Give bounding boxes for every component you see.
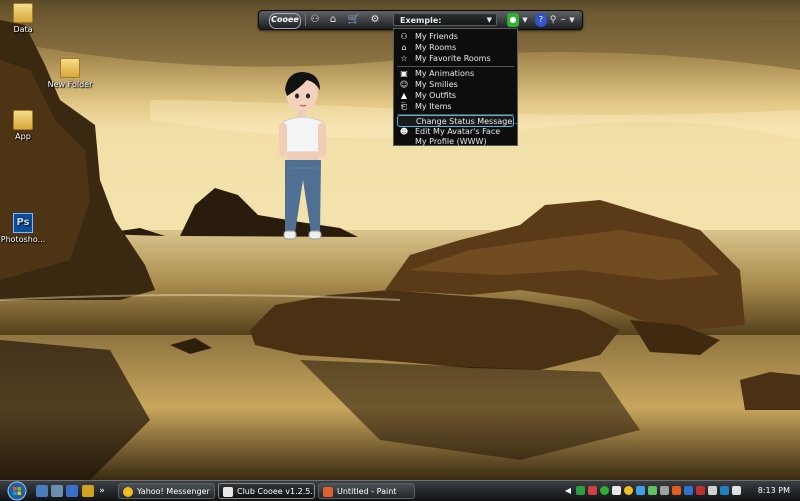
shirt-icon: ▲ [400,91,408,100]
task-club-cooee[interactable]: Club Cooee v1.2.5.10 [218,483,315,499]
menu-item-my-favorite-rooms[interactable]: ☆ My Favorite Rooms [394,53,517,64]
chair-icon: ⎗ [400,102,408,111]
home-icon: ⌂ [401,43,407,52]
avatar-character[interactable] [265,68,335,248]
menu-item-label: My Favorite Rooms [415,54,491,63]
cooee-main-menu: ⚇ My Friends ⌂ My Rooms ☆ My Favorite Ro… [393,28,520,147]
menu-item-label: My Rooms [415,43,457,52]
folder-icon [13,3,33,23]
desktop-icon-data[interactable]: Data [0,3,51,34]
tray-app-icon[interactable] [636,486,645,495]
tray-app-icon[interactable] [672,486,681,495]
friends-icon[interactable]: ⚇ [309,13,321,27]
task-label: Yahoo! Messenger [137,487,210,496]
menu-item-my-outfits[interactable]: ▲ My Outfits [394,90,517,101]
help-icon[interactable]: ? [535,13,547,27]
status-icon[interactable]: ● [507,13,519,27]
tray-app-icon[interactable] [648,486,657,495]
desktop-icon-label: Photosho... [0,235,46,244]
film-icon: ▣ [400,69,408,78]
menu-item-my-rooms[interactable]: ⌂ My Rooms [394,42,517,53]
menu-item-label: My Friends [415,32,458,41]
menu-item-my-profile[interactable]: My Profile (WWW) [394,136,517,147]
menu-separator [397,66,514,67]
chevron-right-icon[interactable]: » [97,484,107,498]
minimize-icon[interactable]: – [559,13,567,27]
yahoo-smiley-icon [123,487,133,497]
home-icon[interactable]: ⌂ [327,13,339,27]
room-select-value: Exemple: [400,16,442,25]
chevron-down-icon[interactable]: ▼ [568,13,576,27]
photoshop-icon: Ps [13,213,33,233]
menu-item-label: My Items [415,102,452,111]
switch-windows-icon[interactable] [51,485,63,497]
avatar-face-icon: ☻ [399,127,409,136]
bluetooth-icon[interactable] [684,486,693,495]
desktop-icon-new-folder[interactable]: New Folder [42,58,98,89]
cooee-toolbar: Cooee ⚇ ⌂ 🛒 ⚙ Exemple: ▼ ● ▼ ? ⚲ – ▼ [258,10,583,30]
tray-app-icon[interactable] [612,486,621,495]
volume-icon[interactable] [732,486,741,495]
room-select[interactable]: Exemple: ▼ [393,13,497,26]
window-icon [223,487,233,497]
menu-item-my-friends[interactable]: ⚇ My Friends [394,31,517,42]
chevron-down-icon: ▼ [486,16,492,24]
tray-app-icon[interactable] [708,486,717,495]
tray-app-icon[interactable] [600,486,609,495]
star-icon: ☆ [400,54,408,63]
task-paint[interactable]: Untitled - Paint [318,483,415,499]
clock[interactable]: 8:13 PM [758,481,790,501]
gear-icon[interactable]: ⚙ [369,13,381,27]
folder-icon [60,58,80,78]
smiley-icon: ☺ [399,80,409,89]
desktop-icon-label: New Folder [47,80,93,89]
cart-icon[interactable]: 🛒 [347,13,361,27]
folder-icon [13,110,33,130]
chevron-down-icon[interactable]: ▼ [521,13,529,27]
tray-app-icon[interactable] [588,486,597,495]
menu-item-my-smilies[interactable]: ☺ My Smilies [394,79,517,90]
desktop-icon-label: App [15,132,31,141]
friends-icon: ⚇ [400,32,408,41]
menu-item-label: My Smilies [415,80,458,89]
tray-app-icon[interactable] [660,486,669,495]
taskbar: » Yahoo! Messenger Club Cooee v1.2.5.10 … [0,480,800,501]
desktop-icon-app[interactable]: App [0,110,51,141]
system-tray: ◀ 8:13 PM [562,481,800,501]
browser-icon[interactable] [66,485,78,497]
toolbar-separator [305,14,306,26]
paint-icon [323,487,333,497]
show-desktop-icon[interactable] [36,485,48,497]
menu-item-label: My Profile (WWW) [415,137,487,146]
task-label: Untitled - Paint [337,487,397,496]
chevron-left-icon[interactable]: ◀ [564,484,572,498]
menu-item-label: My Outfits [415,91,457,100]
cooee-logo-button[interactable]: Cooee [269,13,301,29]
tray-app-icon[interactable] [696,486,705,495]
desktop-icon-photoshop[interactable]: Ps Photosho... [0,213,51,244]
start-button[interactable] [4,481,30,501]
network-icon[interactable] [720,486,729,495]
task-yahoo-messenger[interactable]: Yahoo! Messenger [118,483,215,499]
menu-item-my-animations[interactable]: ▣ My Animations [394,68,517,79]
tray-app-icon[interactable] [624,486,633,495]
tray-app-icon[interactable] [576,486,585,495]
media-player-icon[interactable] [82,485,94,497]
menu-item-label: My Animations [415,69,475,78]
pin-icon[interactable]: ⚲ [549,13,557,27]
task-label: Club Cooee v1.2.5.10 [237,487,315,496]
menu-item-my-items[interactable]: ⎗ My Items [394,101,517,112]
desktop-icon-label: Data [13,25,33,34]
